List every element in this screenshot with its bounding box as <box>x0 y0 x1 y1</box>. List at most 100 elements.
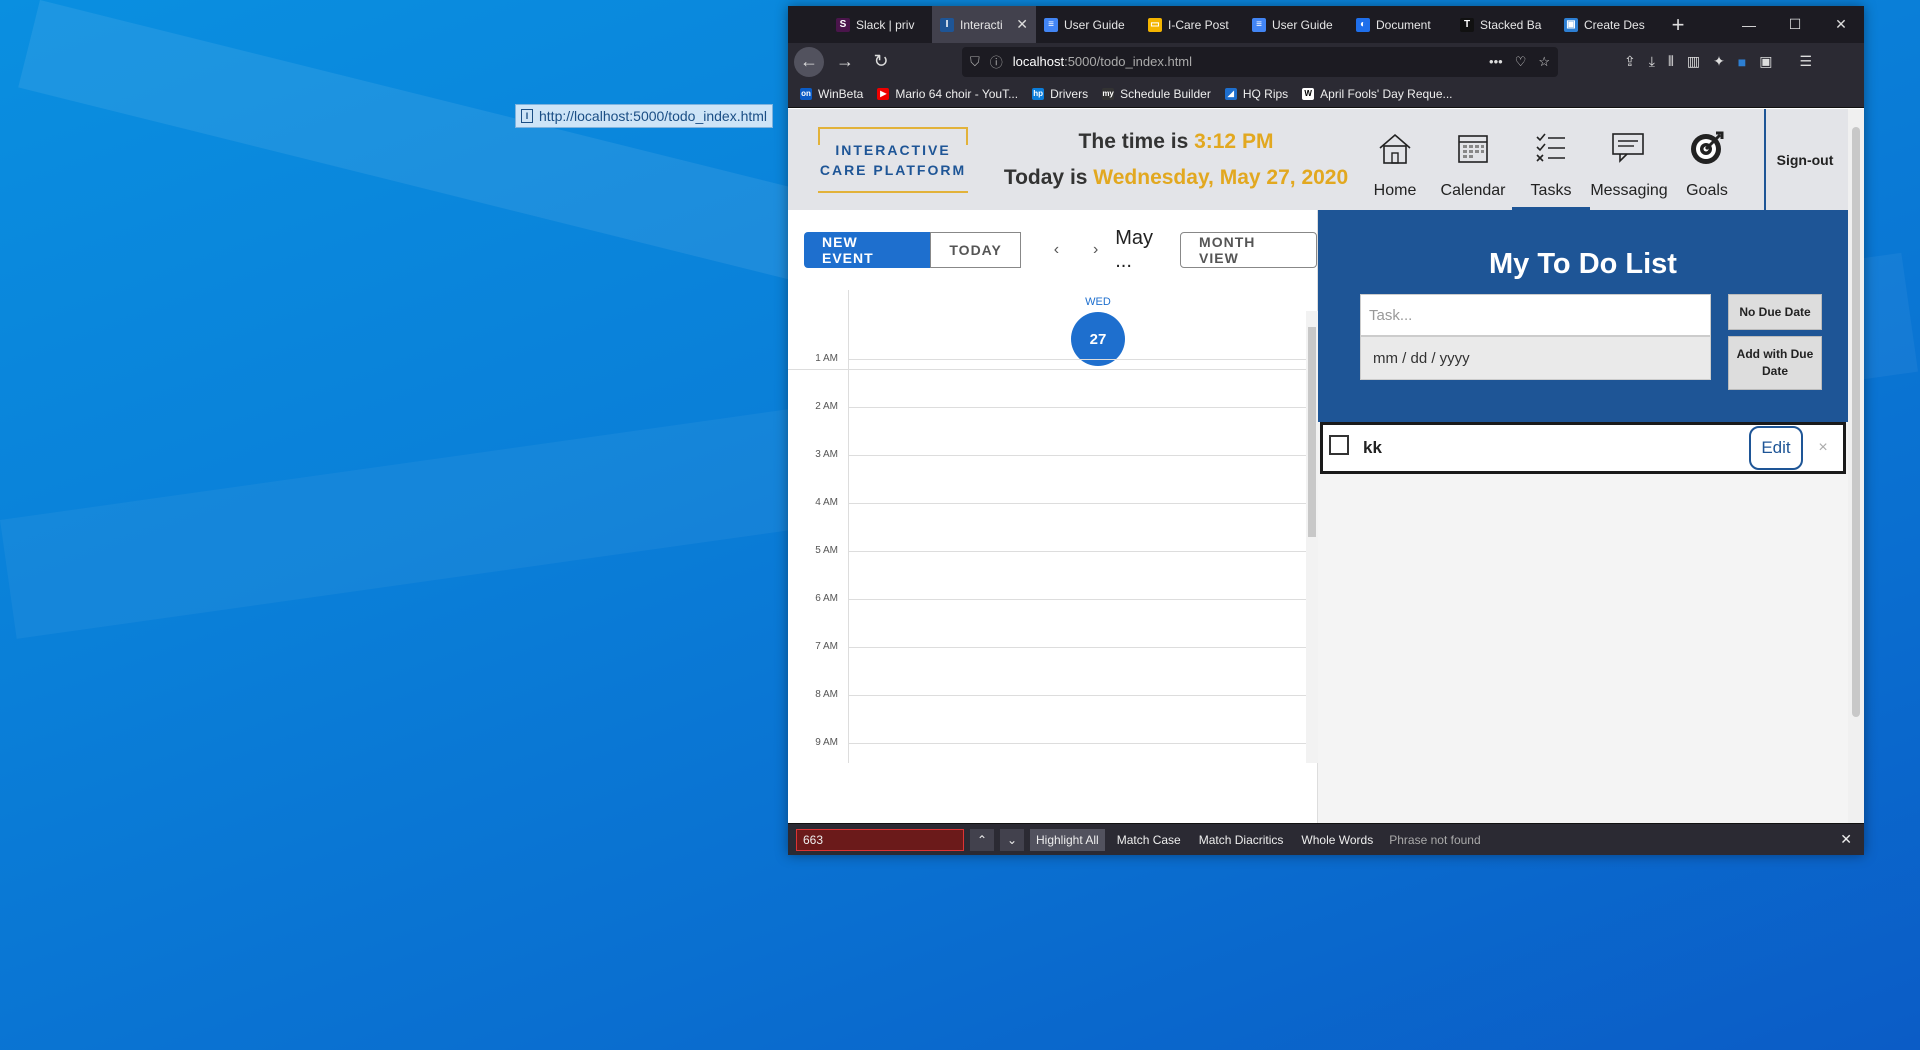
tasks-icon <box>1531 128 1571 168</box>
extension-icon[interactable]: ⇪ <box>1624 53 1636 70</box>
logo[interactable]: INTERACTIVE CARE PLATFORM <box>818 126 968 193</box>
add-with-due-date-button[interactable]: Add with Due Date <box>1728 336 1822 390</box>
messaging-icon <box>1609 128 1649 168</box>
minimize-icon[interactable]: — <box>1726 6 1772 43</box>
find-input[interactable]: 663 <box>796 828 964 851</box>
bookmark-favicon-icon: W <box>1302 87 1315 100</box>
bookmark-favicon-icon: ◢ <box>1224 87 1237 100</box>
task-input[interactable]: Task... <box>1360 294 1711 336</box>
nav-item-calendar[interactable]: Calendar <box>1434 109 1512 210</box>
bookmark-item[interactable]: on WinBeta <box>800 87 863 101</box>
page-scrollbar[interactable] <box>1848 109 1864 823</box>
close-window-icon[interactable]: ✕ <box>1818 6 1864 43</box>
hour-row[interactable]: 1 AM <box>788 353 1306 407</box>
browser-tab[interactable]: ≡ User Guide <box>1036 6 1140 43</box>
delete-icon[interactable]: × <box>1803 439 1843 457</box>
browser-window: S Slack | priv I Interacti ✕ ≡ User Guide ▭ I-Ca… <box>788 6 1864 855</box>
library-icon[interactable]: ⫴ <box>1668 53 1674 70</box>
bookmark-item[interactable]: my Schedule Builder <box>1102 87 1211 101</box>
bookmark-item[interactable]: hp Drivers <box>1032 87 1088 101</box>
bookmark-favicon-icon: my <box>1102 87 1115 100</box>
todo-title: My To Do List <box>1489 248 1677 280</box>
browser-tab[interactable]: T Stacked Ba <box>1452 6 1556 43</box>
todo-panel: My To Do List Task... mm / dd / yyyy No … <box>1318 210 1848 823</box>
hour-label: 3 AM <box>815 449 838 460</box>
hour-row[interactable]: 8 AM <box>788 689 1306 743</box>
browser-tab[interactable]: ◐ Document <box>1348 6 1452 43</box>
match-case-toggle[interactable]: Match Case <box>1111 829 1187 851</box>
whole-words-toggle[interactable]: Whole Words <box>1295 829 1379 851</box>
browser-tab[interactable]: ▣ Create Des <box>1556 6 1660 43</box>
no-due-date-button[interactable]: No Due Date <box>1728 294 1822 330</box>
bookmark-item[interactable]: ▶ Mario 64 choir - YouT... <box>877 87 1018 101</box>
bookmark-item[interactable]: ◢ HQ Rips <box>1224 87 1288 101</box>
document-icon: I <box>521 109 533 123</box>
home-icon <box>1375 128 1415 168</box>
hour-row[interactable]: 7 AM <box>788 641 1306 695</box>
pocket-icon[interactable]: ♡ <box>1515 54 1527 70</box>
calendar-scrollbar[interactable] <box>1306 311 1318 763</box>
find-next-icon[interactable]: ⌄ <box>1000 828 1024 851</box>
maximize-icon[interactable]: ☐ <box>1772 6 1818 43</box>
new-event-button[interactable]: NEW EVENT <box>804 232 931 268</box>
next-arrow-icon[interactable]: › <box>1076 241 1115 259</box>
nav-item-tasks[interactable]: Tasks <box>1512 109 1590 210</box>
addon-icon[interactable]: ✦ <box>1713 53 1725 70</box>
site-info-icon[interactable]: ⓘ <box>990 52 1003 71</box>
tab-strip: S Slack | priv I Interacti ✕ ≡ User Guide ▭ I-Ca… <box>788 6 1864 43</box>
browser-tab[interactable]: ▭ I-Care Post <box>1140 6 1244 43</box>
back-arrow-icon[interactable]: ← <box>794 46 824 77</box>
hour-row[interactable]: 4 AM <box>788 497 1306 551</box>
browser-tab[interactable]: ≡ User Guide <box>1244 6 1348 43</box>
reload-icon[interactable]: ↻ <box>866 47 896 77</box>
close-tab-icon[interactable]: ✕ <box>1016 16 1028 33</box>
highlight-all-toggle[interactable]: Highlight All <box>1030 828 1105 851</box>
download-icon[interactable]: ⤓ <box>1649 53 1655 70</box>
sidebar-icon[interactable]: ▥ <box>1687 53 1700 70</box>
due-date-input[interactable]: mm / dd / yyyy <box>1360 336 1711 380</box>
nav-item-goals[interactable]: Goals <box>1668 109 1746 210</box>
goals-icon <box>1687 128 1727 168</box>
hour-label: 4 AM <box>815 497 838 508</box>
page-content: INTERACTIVE CARE PLATFORM The time is 3:… <box>788 109 1864 823</box>
desktop-light-ray <box>18 0 914 306</box>
tab-favicon-icon: ◐ <box>1356 17 1370 32</box>
addon-icon[interactable]: ▣ <box>1759 53 1772 70</box>
hour-row[interactable]: 5 AM <box>788 545 1306 599</box>
dragged-url-link: I http://localhost:5000/todo_index.html <box>515 104 774 128</box>
close-find-bar-icon[interactable]: ✕ <box>1840 831 1856 848</box>
sign-out-button[interactable]: Sign-out <box>1764 109 1844 210</box>
app-header: INTERACTIVE CARE PLATFORM The time is 3:… <box>788 109 1864 210</box>
hour-label: 8 AM <box>815 689 838 700</box>
todo-item: kk Edit × <box>1320 422 1846 474</box>
forward-arrow-icon[interactable]: → <box>830 47 860 77</box>
edit-button[interactable]: Edit <box>1749 426 1803 470</box>
tab-favicon-icon: I <box>940 17 954 32</box>
url-bar[interactable]: ⛉ ⓘ localhost:5000/todo_index.html ••• ♡… <box>962 46 1558 77</box>
menu-icon[interactable]: ☰ <box>1800 53 1813 70</box>
new-tab-button[interactable]: + <box>1660 6 1696 43</box>
hour-label: 2 AM <box>815 401 838 412</box>
hour-row[interactable]: 9 AM <box>788 737 1306 763</box>
addon-icon[interactable]: ■ <box>1738 54 1746 70</box>
bookmark-item[interactable]: W April Fools' Day Reque... <box>1302 87 1453 101</box>
nav-item-home[interactable]: Home <box>1356 109 1434 210</box>
time-display: The time is 3:12 PM Today is Wednesday, … <box>1003 129 1349 189</box>
hour-row[interactable]: 6 AM <box>788 593 1306 647</box>
browser-tab[interactable]: I Interacti ✕ <box>932 6 1036 43</box>
calendar-icon <box>1453 128 1493 168</box>
month-view-button[interactable]: MONTH VIEW <box>1180 232 1317 268</box>
match-diacritics-toggle[interactable]: Match Diacritics <box>1193 829 1290 851</box>
bookmark-star-icon[interactable]: ☆ <box>1538 54 1550 70</box>
nav-item-messaging[interactable]: Messaging <box>1590 109 1668 210</box>
find-previous-icon[interactable]: ⌃ <box>970 828 994 851</box>
prev-arrow-icon[interactable]: ‹ <box>1037 241 1076 259</box>
today-button[interactable]: TODAY <box>930 232 1021 268</box>
hour-grid[interactable]: 1 AM 2 AM 3 AM 4 AM 5 AM 6 AM 7 AM 8 AM 9 AM <box>788 311 1306 763</box>
hour-row[interactable]: 3 AM <box>788 449 1306 503</box>
more-actions-icon[interactable]: ••• <box>1489 54 1503 70</box>
browser-tab[interactable]: S Slack | priv <box>828 6 932 43</box>
hour-row[interactable]: 2 AM <box>788 401 1306 455</box>
shield-icon[interactable]: ⛉ <box>970 54 980 70</box>
todo-checkbox[interactable] <box>1329 435 1349 455</box>
